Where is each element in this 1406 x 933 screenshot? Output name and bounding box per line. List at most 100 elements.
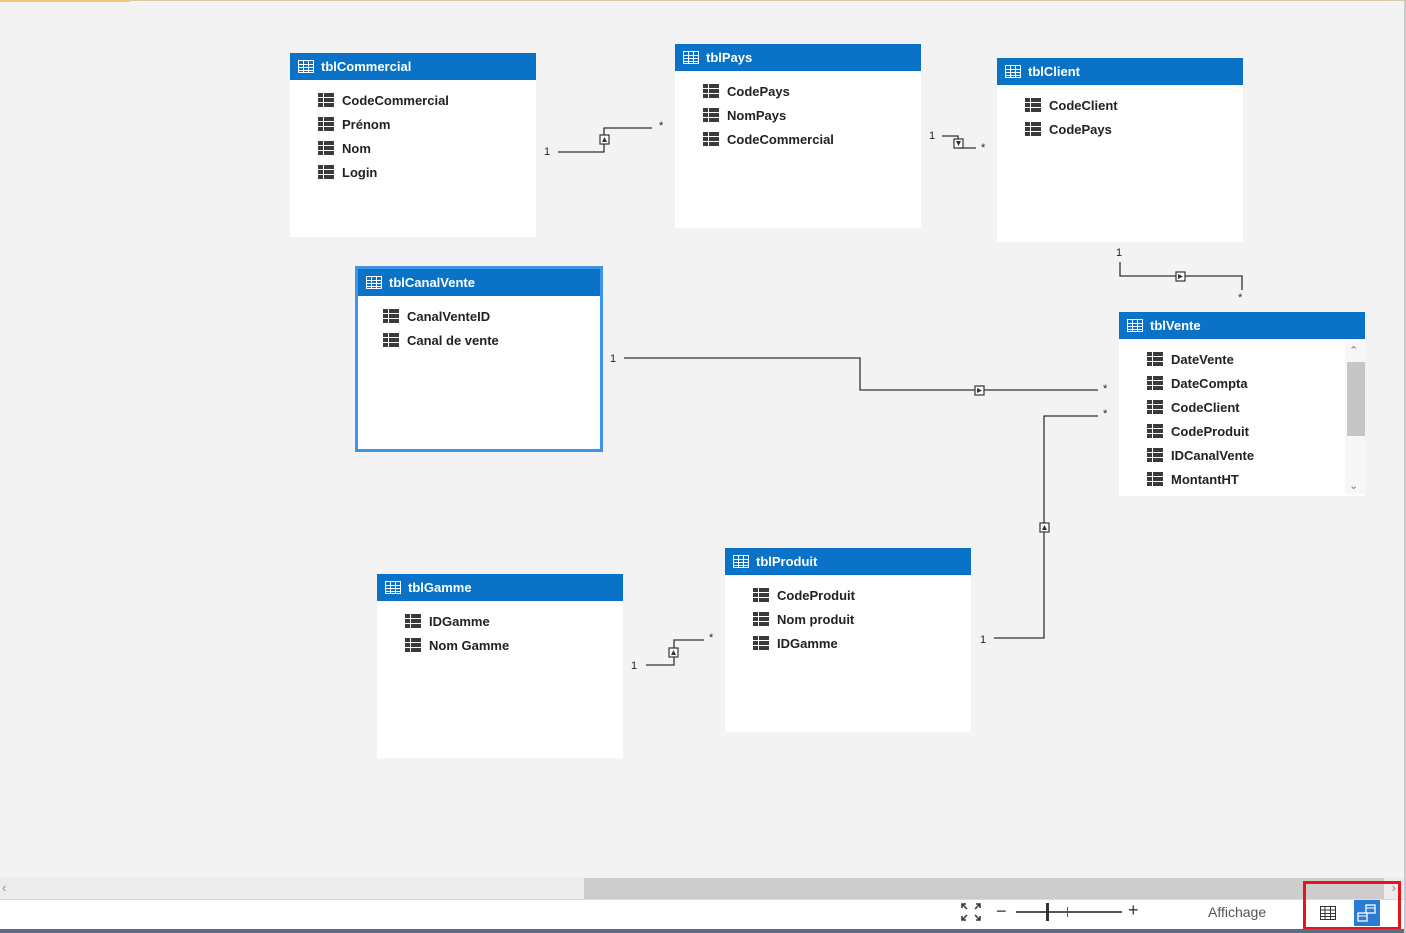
column-icon [318, 141, 334, 155]
column-name: CodeClient [1171, 399, 1240, 415]
cardinality-many-label: * [1103, 408, 1108, 420]
table-title: tblPays [706, 50, 753, 65]
zoom-out-button[interactable]: − [996, 901, 1007, 922]
table-header[interactable]: tblClient [997, 58, 1243, 85]
cardinality-many-label: * [659, 120, 664, 132]
zoom-slider[interactable] [1016, 911, 1122, 913]
zoom-slider-tick [1067, 907, 1068, 917]
column-name: CodeProduit [777, 587, 855, 603]
cardinality-one-label: 1 [544, 146, 551, 158]
column-row[interactable]: CodeClient [997, 93, 1243, 117]
column-row[interactable]: CodePays [997, 117, 1243, 141]
column-icon [703, 84, 719, 98]
column-row[interactable]: Nom produit [725, 607, 971, 631]
horizontal-scrollbar[interactable]: ‹ › [0, 878, 1404, 899]
column-name: NomPays [727, 107, 787, 123]
scrollbar-thumb[interactable] [584, 878, 1384, 899]
fit-to-window-icon[interactable] [960, 903, 982, 923]
table-title: tblProduit [756, 554, 818, 569]
status-bar [0, 899, 1404, 930]
column-icon [318, 93, 334, 107]
column-icon [1147, 472, 1163, 486]
column-row[interactable]: MontantHT [1119, 467, 1365, 491]
column-row[interactable]: CodeClient [1119, 395, 1365, 419]
column-row[interactable]: Login [290, 160, 536, 184]
zoom-in-button[interactable]: + [1128, 900, 1139, 921]
table-header[interactable]: tblProduit [725, 548, 971, 575]
table-header[interactable]: tblCanalVente [358, 269, 600, 296]
column-icon [1147, 448, 1163, 462]
chevron-down-icon[interactable]: ⌄ [1349, 479, 1358, 492]
table-icon [733, 555, 749, 568]
column-icon [405, 638, 421, 652]
column-name: DateCompta [1171, 375, 1248, 391]
table-vertical-scrollbar[interactable]: ⌃ ⌄ [1345, 342, 1365, 494]
table-icon [1127, 319, 1143, 332]
table-icon [366, 276, 382, 289]
column-row[interactable]: Prénom [290, 112, 536, 136]
cardinality-many-label: * [709, 632, 714, 644]
column-icon [318, 165, 334, 179]
column-row[interactable]: IDGamme [725, 631, 971, 655]
column-row[interactable]: NomPays [675, 103, 921, 127]
chevron-up-icon[interactable]: ⌃ [1349, 344, 1358, 357]
table-icon [1005, 65, 1021, 78]
column-icon [1147, 352, 1163, 366]
cardinality-one-label: 1 [1116, 247, 1123, 259]
column-icon [383, 333, 399, 347]
column-name: Canal de vente [407, 332, 499, 348]
table-title: tblCommercial [321, 59, 412, 74]
column-row[interactable]: CodeCommercial [675, 127, 921, 151]
table-card-client[interactable]: tblClient CodeClient CodePays [997, 58, 1243, 242]
table-header[interactable]: tblGamme [377, 574, 623, 601]
column-row[interactable]: IDGamme [377, 609, 623, 633]
column-row[interactable]: CodeProduit [1119, 419, 1365, 443]
column-icon [405, 614, 421, 628]
column-row[interactable]: CanalVenteID [355, 304, 603, 328]
column-icon [703, 132, 719, 146]
column-row[interactable]: CodeCommercial [290, 88, 536, 112]
table-card-vente[interactable]: tblVente DateVente DateCompta CodeClient… [1119, 312, 1365, 496]
cardinality-many-label: * [1103, 383, 1108, 395]
column-name: IDGamme [777, 635, 838, 651]
zoom-slider-thumb[interactable] [1046, 903, 1049, 921]
column-name: IDCanalVente [1171, 447, 1255, 463]
column-name: CodeClient [1049, 97, 1118, 113]
table-card-produit[interactable]: tblProduit CodeProduit Nom produit IDGam… [725, 548, 971, 732]
column-icon [753, 636, 769, 650]
column-row[interactable]: CodePays [675, 79, 921, 103]
diagram-canvas[interactable]: 1 * 1 * 1 * 1 * * 1 1 * tblCommercial Co… [0, 0, 1404, 878]
column-name: DateVente [1171, 351, 1234, 367]
column-name: Login [342, 164, 378, 180]
table-header[interactable]: tblCommercial [290, 53, 536, 80]
column-name: MontantHT [1171, 471, 1239, 487]
column-name: CodeProduit [1171, 423, 1249, 439]
chevron-left-icon[interactable]: ‹ [2, 880, 6, 895]
column-row[interactable]: CodeProduit [725, 583, 971, 607]
scrollbar-thumb[interactable] [1347, 362, 1365, 436]
column-row[interactable]: Nom Gamme [377, 633, 623, 657]
column-row[interactable]: DateVente [1119, 347, 1365, 371]
table-header[interactable]: tblPays [675, 44, 921, 71]
column-name: CanalVenteID [407, 308, 491, 324]
column-icon [383, 309, 399, 323]
table-card-gamme[interactable]: tblGamme IDGamme Nom Gamme [377, 574, 623, 758]
column-name: Prénom [342, 116, 391, 132]
column-row[interactable]: DateCompta [1119, 371, 1365, 395]
table-card-canalvente[interactable]: tblCanalVente CanalVenteID Canal de vent… [355, 266, 603, 452]
cardinality-one-label: 1 [929, 130, 936, 142]
table-header[interactable]: tblVente [1119, 312, 1365, 339]
column-row[interactable]: Canal de vente [355, 328, 603, 352]
column-name: CodeCommercial [342, 92, 449, 108]
table-title: tblVente [1150, 318, 1201, 333]
column-name: CodePays [727, 83, 790, 99]
column-row[interactable]: Nom [290, 136, 536, 160]
column-icon [1147, 376, 1163, 390]
column-row[interactable]: IDCanalVente [1119, 443, 1365, 467]
column-name: Nom produit [777, 611, 855, 627]
bottom-border-stripe [0, 929, 1404, 933]
column-icon [753, 612, 769, 626]
column-name: Nom Gamme [429, 637, 510, 653]
table-card-commercial[interactable]: tblCommercial CodeCommercial Prénom Nom … [290, 53, 536, 237]
table-card-pays[interactable]: tblPays CodePays NomPays CodeCommercial [675, 44, 921, 228]
